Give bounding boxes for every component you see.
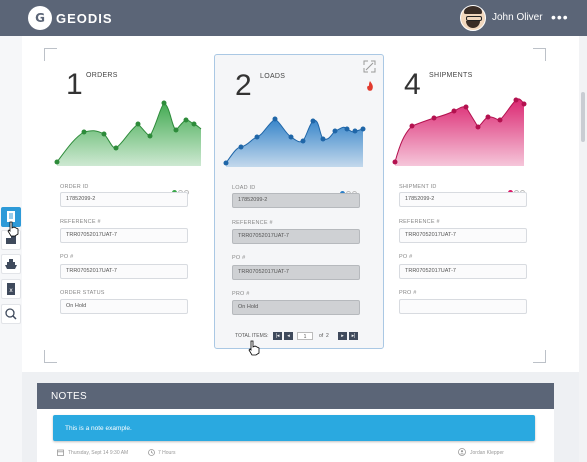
- excel-icon[interactable]: x: [1, 279, 21, 299]
- page-of-label: of: [319, 333, 324, 339]
- orders-sparkline: [54, 100, 202, 166]
- load-id-field[interactable]: 17852099-2: [232, 193, 360, 208]
- user-name[interactable]: John Oliver: [492, 12, 543, 23]
- loads-sparkline: [223, 116, 366, 167]
- notes-header: NOTES: [37, 383, 554, 409]
- load-id-label: LOAD ID: [232, 185, 256, 191]
- notes-title: NOTES: [51, 391, 87, 402]
- corner-bottom-left: [44, 350, 57, 363]
- note-item[interactable]: This is a note example.: [53, 415, 535, 441]
- note-date: Thursday, Sept 14 9:30 AM: [68, 450, 129, 456]
- reference-label: REFERENCE #: [232, 220, 273, 226]
- po-field[interactable]: TRR07052017UAT-7: [232, 265, 360, 280]
- last-page-button[interactable]: ▸|: [349, 332, 358, 340]
- order-status-field[interactable]: On Hold: [60, 299, 188, 314]
- note-author: Jordan Klepper: [470, 450, 504, 456]
- shipments-sparkline: [392, 97, 527, 166]
- loads-title: LOADS: [260, 73, 286, 80]
- note-duration: 7 Hours: [158, 450, 176, 456]
- prev-page-button[interactable]: ◂: [284, 332, 293, 340]
- pro-field[interactable]: On Hold: [232, 300, 360, 315]
- pro-field[interactable]: [399, 299, 527, 314]
- avatar[interactable]: [460, 5, 486, 31]
- brand-name: GEODIS: [56, 11, 113, 26]
- order-status-label: ORDER STATUS: [60, 290, 105, 296]
- first-page-button[interactable]: |◂: [273, 332, 282, 340]
- user-icon: [458, 448, 466, 456]
- hand-cursor-icon: [7, 221, 19, 237]
- next-page-button[interactable]: ▸: [338, 332, 347, 340]
- notes-panel: NOTES This is a note example. Thursday, …: [37, 383, 554, 462]
- reference-field[interactable]: TRR07052017UAT-7: [399, 228, 527, 243]
- pro-label: PRO #: [399, 290, 417, 296]
- pro-label: PRO #: [232, 291, 250, 297]
- shipments-card[interactable]: 4 SHIPMENTS SHIPMENT ID 17852099-2 REFER…: [384, 54, 552, 347]
- order-id-label: ORDER ID: [60, 184, 89, 190]
- avatar-hair: [464, 6, 482, 14]
- geodis-logo-icon[interactable]: G: [28, 6, 52, 30]
- po-label: PO #: [399, 254, 413, 260]
- shipment-id-label: SHIPMENT ID: [399, 184, 437, 190]
- flame-icon: [367, 81, 373, 91]
- orders-title: ORDERS: [86, 72, 118, 79]
- po-label: PO #: [232, 255, 246, 261]
- po-field[interactable]: TRR07052017UAT-7: [60, 264, 188, 279]
- hand-cursor-icon: [248, 340, 260, 356]
- ship-icon[interactable]: [1, 254, 21, 274]
- more-menu-icon[interactable]: •••: [551, 9, 569, 25]
- loads-card[interactable]: 2 LOADS LOAD ID 17852099-2 REFERENCE # T…: [214, 54, 384, 349]
- clock-icon: [148, 449, 155, 456]
- reference-label: REFERENCE #: [60, 219, 101, 225]
- calendar-icon: [57, 449, 64, 456]
- reference-field[interactable]: TRR07052017UAT-7: [60, 228, 188, 243]
- reference-field[interactable]: TRR07052017UAT-7: [232, 229, 360, 244]
- page-input[interactable]: 1: [297, 332, 313, 340]
- orders-card[interactable]: 1 ORDERS ORDER ID 17852099-2 REFERENCE #…: [46, 54, 214, 347]
- top-bar: G GEODIS John Oliver •••: [0, 0, 587, 36]
- total-items-label: TOTAL ITEMS:: [235, 333, 269, 339]
- svg-text:x: x: [9, 287, 13, 294]
- note-message: This is a note example.: [65, 425, 132, 432]
- po-label: PO #: [60, 254, 74, 260]
- order-id-field[interactable]: 17852099-2: [60, 192, 188, 207]
- reference-label: REFERENCE #: [399, 219, 440, 225]
- total-pages: 2: [326, 333, 329, 339]
- expand-icon[interactable]: [363, 60, 376, 73]
- scrollbar-thumb[interactable]: [581, 92, 585, 142]
- left-rail: x: [0, 36, 22, 462]
- avatar-beard: [466, 21, 480, 28]
- search-icon[interactable]: [1, 304, 21, 324]
- shipment-id-field[interactable]: 17852099-2: [399, 192, 527, 207]
- corner-bottom-right: [533, 350, 546, 363]
- po-field[interactable]: TRR07052017UAT-7: [399, 264, 527, 279]
- shipments-title: SHIPMENTS: [429, 72, 473, 79]
